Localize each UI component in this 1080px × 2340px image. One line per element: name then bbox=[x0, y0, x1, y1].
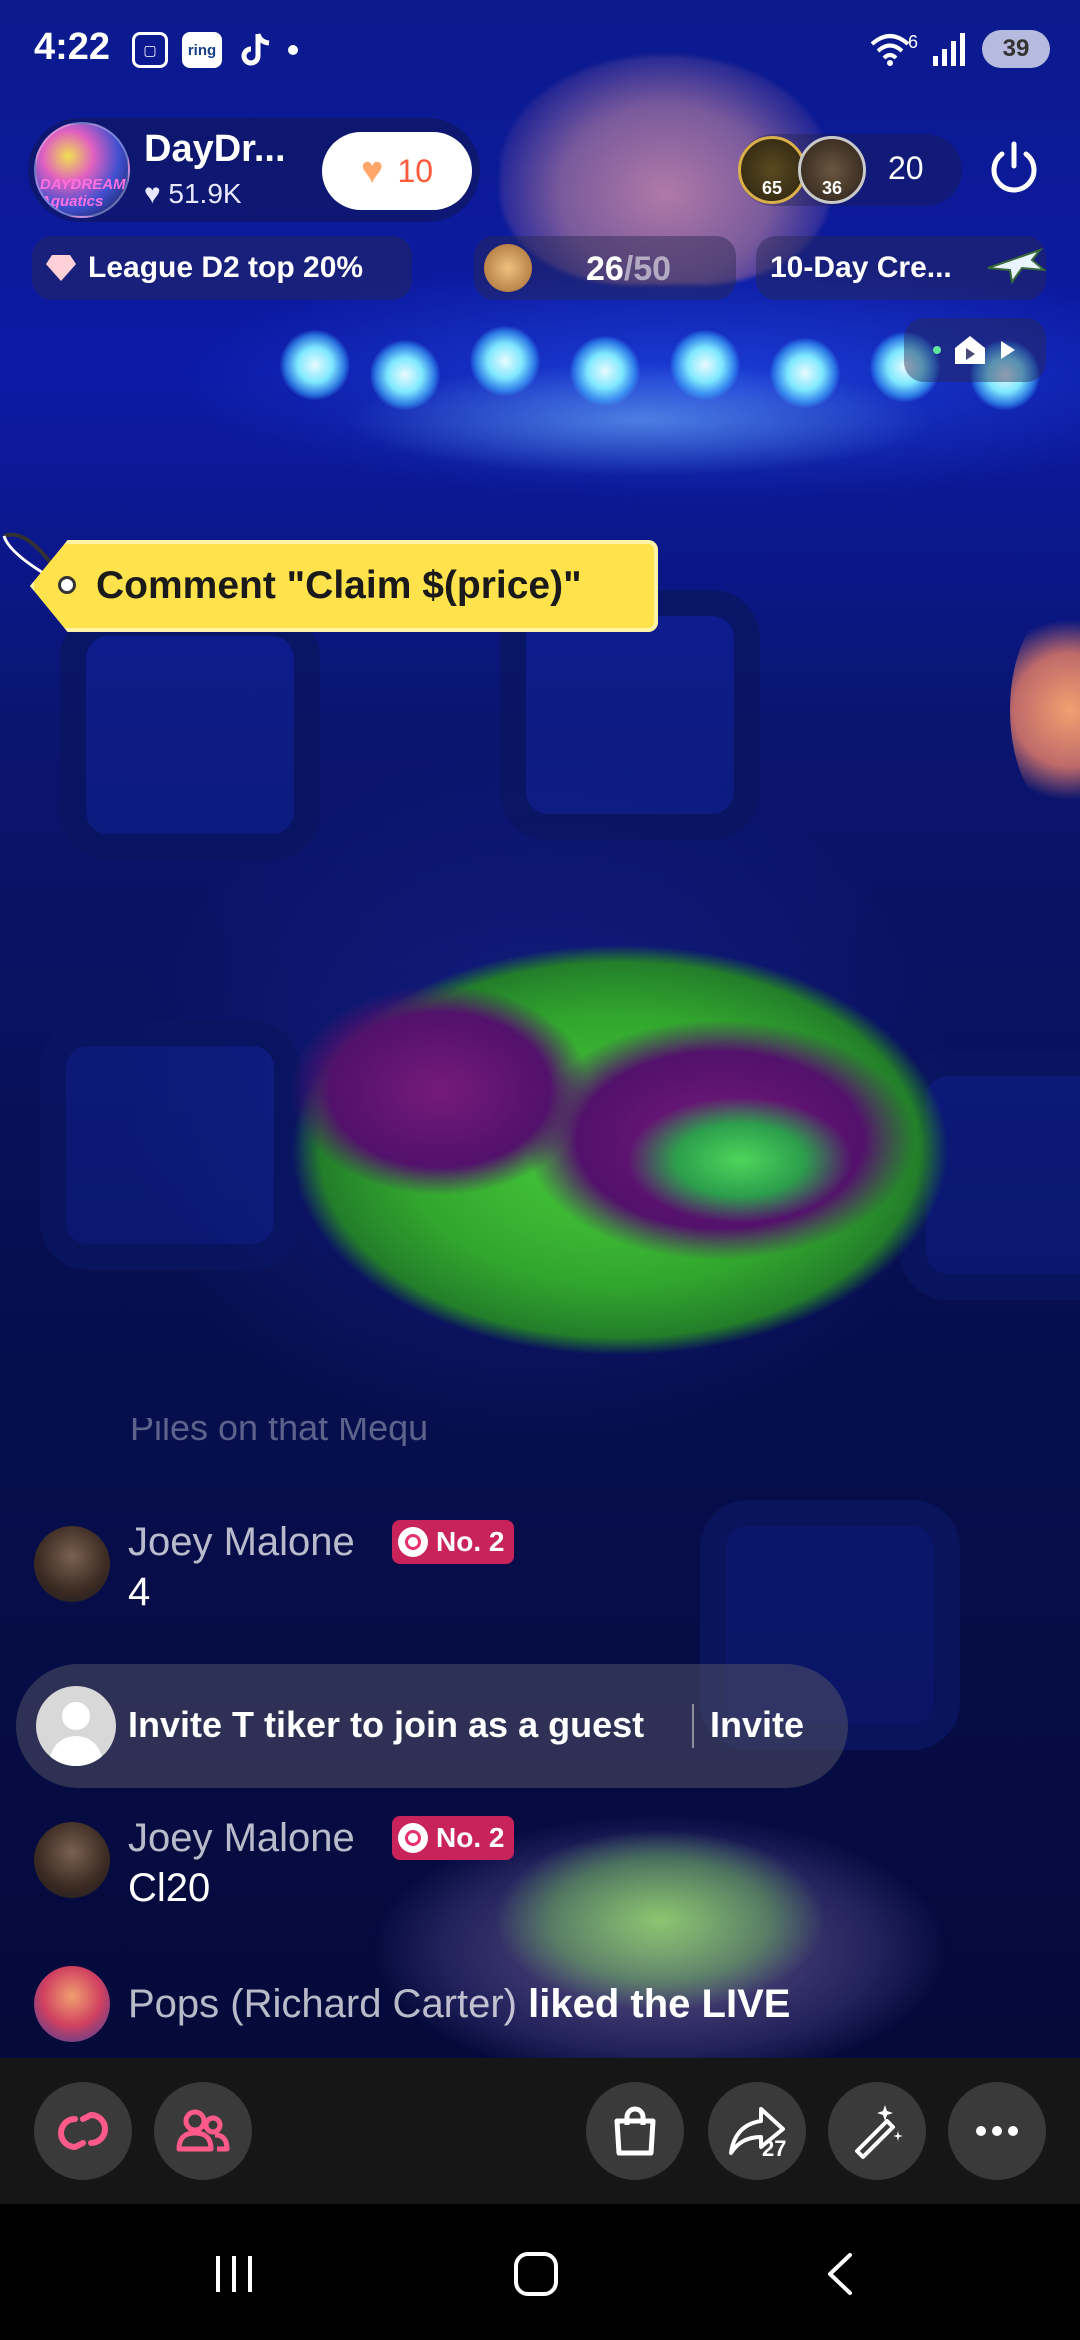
recents-icon bbox=[216, 2256, 252, 2292]
chat-username[interactable]: Joey Malone bbox=[128, 1520, 355, 1565]
challenge-chip[interactable]: 10-Day Cre... bbox=[756, 236, 1048, 300]
chat-avatar[interactable] bbox=[34, 1526, 110, 1602]
challenge-label: 10-Day Cre... bbox=[770, 251, 952, 284]
price-tag[interactable]: Comment "Claim $(price)" bbox=[30, 540, 658, 632]
goal-chip[interactable]: 26/50 bbox=[474, 236, 736, 300]
main-coral bbox=[220, 900, 1020, 1400]
diamond-icon bbox=[46, 255, 76, 281]
faded-chat-line: Piles on that Mequ bbox=[130, 1418, 429, 1446]
right-coral bbox=[1010, 600, 1080, 820]
more-icon bbox=[976, 2126, 1018, 2136]
viewer-avatar[interactable]: 36 bbox=[798, 136, 866, 204]
link-button[interactable] bbox=[34, 2082, 132, 2180]
host-name: DayDr... bbox=[144, 128, 286, 170]
viewer-avatar[interactable]: 65 bbox=[738, 136, 806, 204]
shopping-bag-icon bbox=[614, 2106, 656, 2156]
tiktok-icon bbox=[241, 33, 270, 66]
share-count: 27 bbox=[762, 2136, 787, 2161]
home-icon bbox=[514, 2252, 558, 2296]
activity-line: Pops (Richard Carter) liked the LIVE bbox=[128, 1982, 790, 2027]
recents-button[interactable] bbox=[184, 2234, 284, 2314]
price-tag-label: Comment "Claim $(price)" bbox=[96, 564, 582, 607]
ring-app-icon: ring bbox=[182, 32, 222, 68]
host-avatar-logo-text: DAYDREAM Aquatics bbox=[40, 176, 126, 210]
rank-badge-label: No. 2 bbox=[436, 1822, 505, 1853]
chat-message: Cl20 bbox=[128, 1866, 211, 1910]
follow-count: 10 bbox=[397, 152, 434, 189]
goal-current: 26 bbox=[586, 250, 624, 288]
link-icon bbox=[58, 2111, 108, 2151]
clock-icon bbox=[398, 1527, 428, 1557]
viewer-count: 20 bbox=[888, 150, 924, 186]
guests-button[interactable] bbox=[154, 2082, 252, 2180]
notification-icons: ▢ ring bbox=[132, 30, 298, 70]
league-label: League D2 top 20% bbox=[88, 251, 364, 284]
chat-avatar[interactable] bbox=[34, 1822, 110, 1898]
cat-gift-icon bbox=[484, 244, 532, 292]
invite-button[interactable]: Invite bbox=[710, 1704, 804, 1746]
power-icon[interactable] bbox=[986, 140, 1042, 196]
magic-wand-icon bbox=[855, 2105, 903, 2159]
status-time: 4:22 bbox=[34, 26, 111, 68]
divider bbox=[692, 1704, 694, 1748]
viewer-level: 36 bbox=[821, 178, 843, 198]
notification-dot bbox=[288, 45, 298, 55]
clock-icon bbox=[398, 1823, 428, 1853]
goal-total: /50 bbox=[623, 250, 672, 288]
live-mode-button[interactable] bbox=[904, 318, 1046, 382]
shop-button[interactable] bbox=[586, 2082, 684, 2180]
screenshot-icon: ▢ bbox=[132, 32, 168, 68]
guest-avatar bbox=[36, 1686, 116, 1766]
follow-button[interactable]: ♥ 10 bbox=[322, 132, 472, 210]
home-video-icon bbox=[955, 336, 985, 364]
effects-button[interactable] bbox=[828, 2082, 926, 2180]
host-likes-count: 51.9K bbox=[168, 178, 242, 209]
invite-guest-bar: Invite T tiker to join as a guest Invite bbox=[16, 1664, 848, 1788]
activity-action: liked the LIVE bbox=[528, 1982, 791, 2026]
host-likes: ♥ 51.9K bbox=[144, 178, 242, 210]
rank-badge: No. 2 bbox=[392, 1520, 515, 1564]
wifi-icon bbox=[870, 34, 910, 66]
back-icon bbox=[828, 2253, 852, 2295]
activity-username[interactable]: Pops (Richard Carter) bbox=[128, 1982, 517, 2026]
top-viewers[interactable]: 65 36 20 bbox=[738, 134, 962, 206]
share-button[interactable]: 27 bbox=[708, 2082, 806, 2180]
status-dot bbox=[933, 346, 941, 354]
viewer-level: 65 bbox=[761, 178, 783, 198]
battery-indicator: 39 bbox=[982, 30, 1050, 68]
heart-icon: ♥ bbox=[144, 178, 161, 209]
invite-text: Invite T tiker to join as a guest bbox=[128, 1704, 645, 1745]
goal-progress: 26/50 bbox=[586, 250, 671, 289]
follow-heart-icon: ♥ bbox=[360, 149, 384, 192]
home-button[interactable] bbox=[486, 2234, 586, 2314]
plane-icon bbox=[987, 247, 1048, 285]
rank-badge: No. 2 bbox=[392, 1816, 515, 1860]
status-bar: 4:22 ▢ ring 6 39 bbox=[0, 0, 1080, 100]
host-avatar[interactable]: DAYDREAM Aquatics bbox=[34, 122, 130, 218]
chat-username[interactable]: Joey Malone bbox=[128, 1816, 355, 1861]
signal-icon bbox=[933, 33, 965, 66]
system-nav-bar bbox=[0, 2204, 1080, 2340]
play-icon bbox=[1001, 341, 1015, 359]
league-chip[interactable]: League D2 top 20% bbox=[32, 236, 412, 300]
bottom-toolbar: 27 bbox=[0, 2058, 1080, 2204]
chat-message: 4 bbox=[128, 1570, 151, 1614]
tag-hole bbox=[58, 576, 76, 594]
more-button[interactable] bbox=[948, 2082, 1046, 2180]
wifi-version-label: 6 bbox=[907, 31, 918, 52]
activity-avatar[interactable] bbox=[34, 1966, 110, 2042]
back-button[interactable] bbox=[790, 2234, 890, 2314]
guests-icon bbox=[176, 2109, 230, 2152]
rank-badge-label: No. 2 bbox=[436, 1526, 505, 1557]
system-icons: 6 39 bbox=[870, 30, 1050, 68]
